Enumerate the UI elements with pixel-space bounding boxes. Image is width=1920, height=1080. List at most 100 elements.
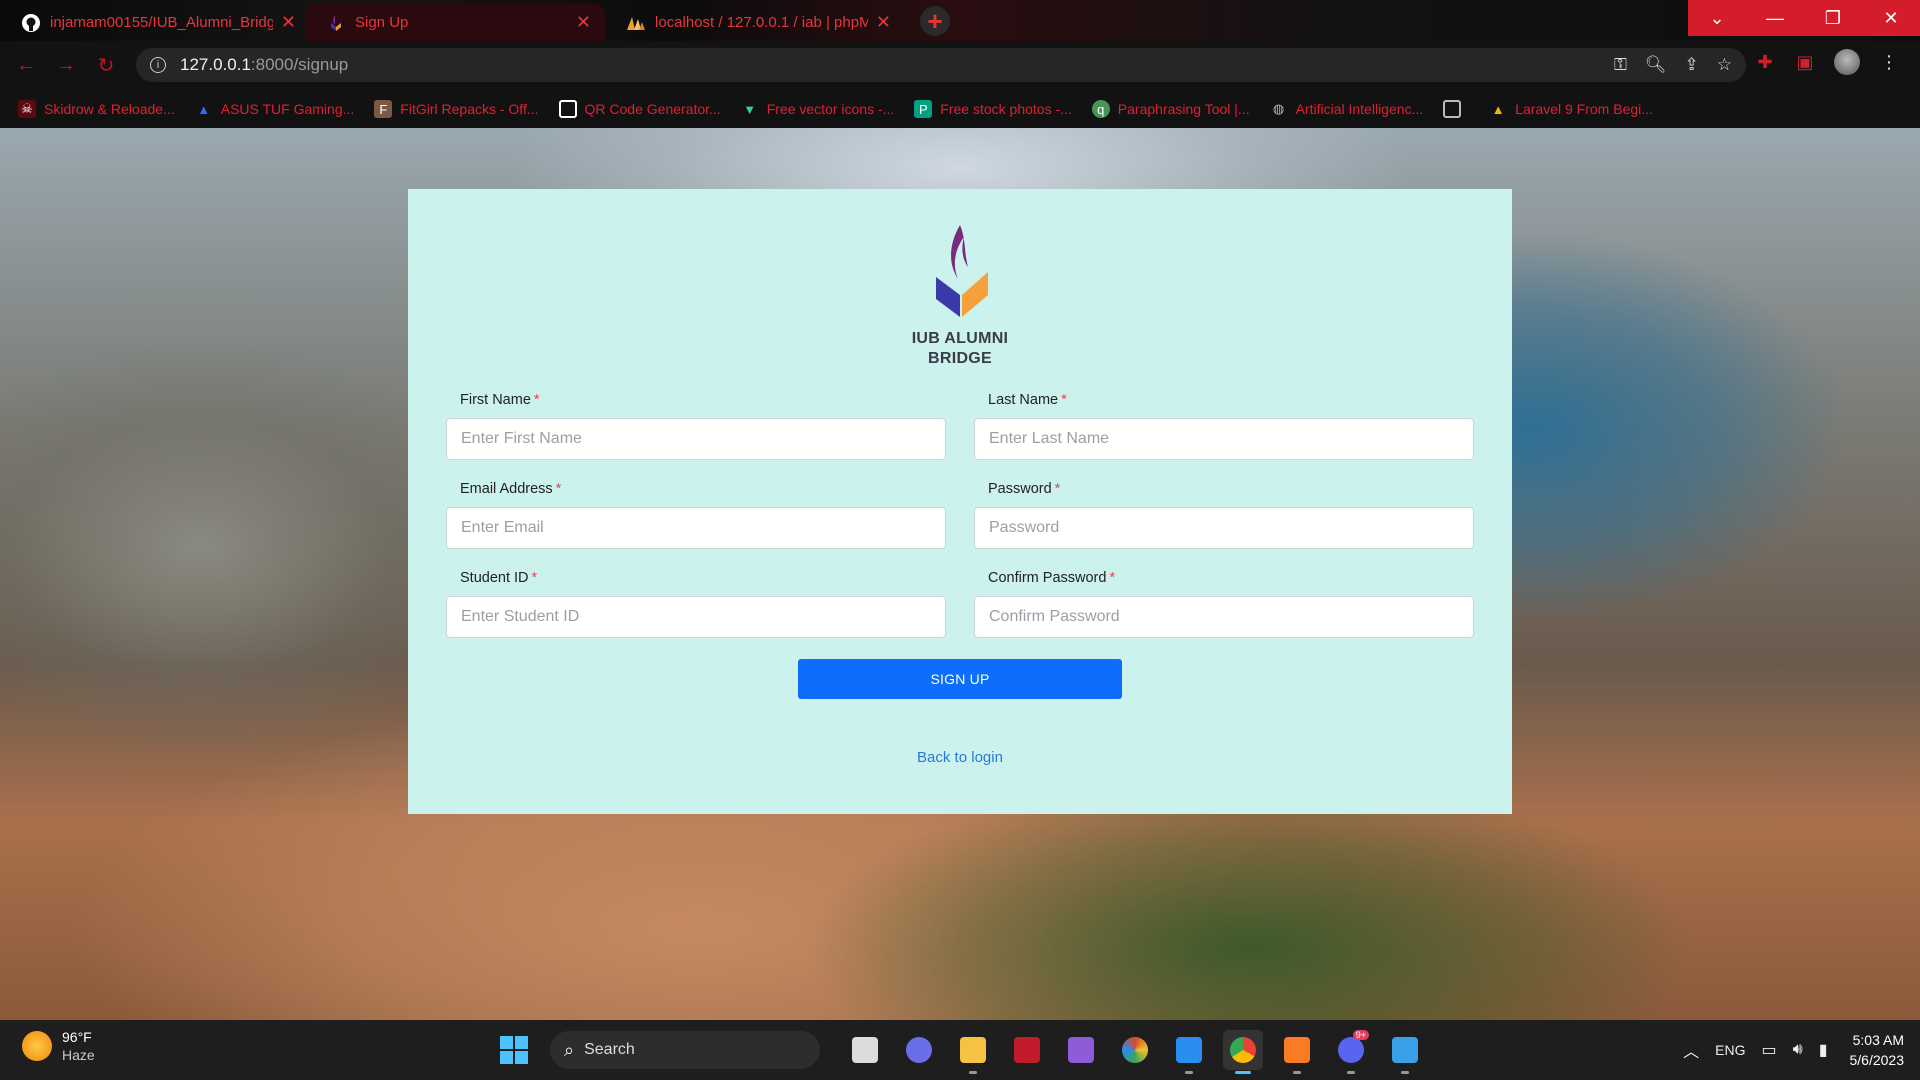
extensions-area: ✚ ▣ ⋮ — [1754, 49, 1900, 75]
vscode-button[interactable] — [1169, 1030, 1209, 1074]
window-controls: ⌄ — ❐ ✕ — [1688, 0, 1920, 36]
reload-button[interactable]: ↻ — [88, 48, 124, 84]
clock-time: 5:03 AM — [1852, 1032, 1904, 1048]
iub-alumni-logo-icon — [936, 225, 988, 317]
language-indicator[interactable]: ENG — [1715, 1042, 1745, 1058]
confirm-password-field[interactable] — [974, 596, 1474, 638]
game-app-icon — [1014, 1037, 1040, 1063]
bookmark-label: FitGirl Repacks - Off... — [400, 101, 539, 117]
sign-up-button[interactable]: SIGN UP — [798, 659, 1122, 699]
bookmark-item[interactable]: ☠ Skidrow & Reloade... — [18, 100, 175, 118]
bookmark-label: Artificial Intelligenc... — [1295, 101, 1424, 117]
tab-phpmyadmin[interactable]: localhost / 127.0.0.1 / iab | phpMyAdmin… — [605, 4, 905, 41]
bookmark-item[interactable]: ◍ Artificial Intelligenc... — [1270, 100, 1424, 118]
bookmark-item[interactable]: ▲ ASUS TUF Gaming... — [195, 100, 355, 118]
reload-icon: ↻ — [97, 55, 115, 77]
more-menu-icon[interactable]: ⋮ — [1878, 51, 1900, 73]
tab-sign-up[interactable]: Sign Up ✕ — [305, 4, 605, 41]
close-window-button[interactable]: ✕ — [1862, 0, 1920, 36]
file-explorer-button[interactable] — [953, 1030, 993, 1074]
close-icon[interactable]: ✕ — [876, 12, 891, 33]
minimize-button[interactable]: — — [1746, 0, 1804, 36]
fitgirl-icon: F — [374, 100, 393, 118]
label-text: Student ID — [460, 570, 529, 586]
bookmark-label: Laravel 9 From Begi... — [1515, 101, 1653, 117]
volume-icon[interactable]: 🔊︎ — [1793, 1041, 1803, 1059]
email-field[interactable] — [446, 507, 946, 549]
chrome-button[interactable] — [1223, 1030, 1263, 1074]
share-icon[interactable]: ⇪ — [1685, 55, 1699, 75]
chevron-down-icon: ⌄ — [1709, 7, 1725, 28]
student-id-field[interactable] — [446, 596, 946, 638]
browser-tab-strip: injamam00155/IUB_Alumni_Bridge ✕ Sign Up… — [0, 0, 1920, 41]
bookmark-label: ASUS TUF Gaming... — [220, 101, 355, 117]
bookmark-item[interactable]: F FitGirl Repacks - Off... — [374, 100, 539, 118]
clock[interactable]: 5:03 AM 5/6/2023 — [1850, 1030, 1905, 1070]
plus-icon: + — [927, 5, 943, 36]
required-mark: * — [531, 570, 538, 586]
close-icon[interactable]: ✕ — [281, 12, 296, 33]
page-viewport: IUB ALUMNI BRIDGE First Name* Last Name*… — [0, 128, 1920, 1020]
visual-studio-icon — [1068, 1037, 1094, 1063]
bookmark-item[interactable]: ▼ Free vector icons -... — [741, 100, 894, 118]
teams-chat-button[interactable] — [899, 1030, 939, 1070]
forward-button[interactable]: → — [48, 48, 84, 84]
visual-studio-button[interactable] — [1061, 1030, 1101, 1070]
star-icon[interactable]: ☆ — [1717, 55, 1732, 75]
weather-haze-icon — [22, 1031, 52, 1061]
chevron-up-icon[interactable]: ︿ — [1683, 1038, 1699, 1062]
bookmark-label: Skidrow & Reloade... — [44, 101, 175, 117]
asus-icon: ▲ — [197, 101, 211, 117]
address-bar-actions: ⚿ 🔍︎ ⇪ ☆ — [1614, 48, 1732, 82]
game-app-button[interactable] — [1007, 1030, 1047, 1070]
student-id-label: Student ID * — [446, 570, 946, 590]
teams-chat-icon — [906, 1037, 932, 1063]
back-to-login-link[interactable]: Back to login — [917, 749, 1003, 766]
address-bar[interactable]: i 127.0.0.1:8000/signup ⚿ 🔍︎ ⇪ ☆ — [136, 48, 1746, 82]
xampp-button[interactable] — [1277, 1030, 1317, 1074]
globe-icon: ◍ — [1272, 101, 1285, 116]
pexels-icon: P — [914, 100, 933, 118]
davinci-icon — [1122, 1037, 1148, 1063]
password-group: Password * — [974, 481, 1474, 549]
discord-button[interactable]: 9+ — [1331, 1030, 1371, 1074]
url-path: :8000/signup — [250, 55, 349, 74]
side-panel-icon[interactable]: ▣ — [1794, 51, 1816, 73]
tab-search-button[interactable]: ⌄ — [1688, 0, 1746, 36]
close-icon[interactable]: ✕ — [576, 12, 591, 33]
tab-github[interactable]: injamam00155/IUB_Alumni_Bridge ✕ — [0, 4, 310, 41]
photos-button[interactable] — [1385, 1030, 1425, 1074]
bookmark-item[interactable]: QR Code Generator... — [558, 100, 721, 118]
bookmark-item[interactable]: q Paraphrasing Tool |... — [1091, 100, 1250, 118]
url-host: 127.0.0.1 — [180, 55, 251, 74]
task-view-button[interactable] — [845, 1030, 885, 1070]
weather-widget[interactable]: 96°F Haze — [22, 1028, 95, 1064]
zoom-icon[interactable]: 🔍︎ — [1645, 55, 1667, 75]
last-name-field[interactable] — [974, 418, 1474, 460]
bookmarks-bar: ☠ Skidrow & Reloade... ▲ ASUS TUF Gaming… — [0, 90, 1920, 128]
restore-button[interactable]: ❐ — [1804, 0, 1862, 36]
bookmark-item[interactable]: ▲ Laravel 9 From Begi... — [1489, 100, 1653, 118]
key-icon[interactable]: ⚿ — [1614, 55, 1627, 75]
brand-logo: IUB ALUMNI BRIDGE — [894, 217, 1026, 369]
chrome-icon — [1230, 1037, 1256, 1063]
first-name-field[interactable] — [446, 418, 946, 460]
davinci-button[interactable] — [1115, 1030, 1155, 1070]
taskbar-search[interactable]: ⌕ Search — [550, 1031, 820, 1069]
network-icon[interactable]: ▭ — [1761, 1040, 1776, 1060]
windows-start-icon[interactable] — [500, 1036, 528, 1064]
new-tab-button[interactable]: + — [920, 6, 950, 36]
bookmark-item[interactable] — [1443, 100, 1469, 118]
bookmark-item[interactable]: P Free stock photos -... — [914, 100, 1072, 118]
weather-temp: 96°F — [62, 1029, 92, 1045]
minimize-icon: — — [1766, 7, 1784, 28]
puzzle-icon[interactable]: ✚ — [1754, 51, 1776, 73]
back-button[interactable]: ← — [8, 48, 44, 84]
site-info-icon[interactable]: i — [150, 57, 166, 73]
battery-icon[interactable]: ▮ — [1819, 1040, 1828, 1060]
password-field[interactable] — [974, 507, 1474, 549]
label-text: First Name — [460, 392, 531, 408]
flaticon-icon: ▼ — [743, 101, 757, 117]
avatar[interactable] — [1834, 49, 1860, 75]
label-text: Password — [988, 481, 1052, 497]
